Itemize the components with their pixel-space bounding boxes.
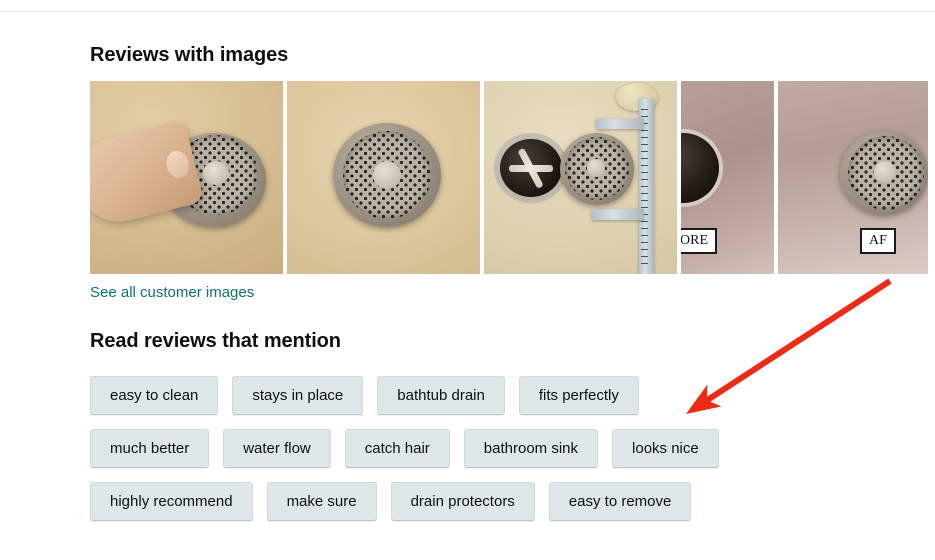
open-drain-hole — [500, 139, 562, 197]
chip-make-sure[interactable]: make sure — [266, 482, 377, 521]
customer-images-strip: ORE AF — [90, 81, 935, 274]
chip-highly-recommend[interactable]: highly recommend — [90, 482, 253, 521]
chip-row-2: much better water flow catch hair bathro… — [90, 429, 900, 468]
chip-looks-nice[interactable]: looks nice — [612, 429, 719, 468]
chip-catch-hair[interactable]: catch hair — [344, 429, 450, 468]
strainer-hub — [587, 159, 605, 177]
see-all-customer-images-link[interactable]: See all customer images — [90, 284, 254, 301]
thumbnail-strainer-with-caliper[interactable] — [484, 81, 677, 274]
strainer-hub — [203, 161, 229, 185]
chip-stays-in-place[interactable]: stays in place — [232, 376, 364, 415]
chip-fits-perfectly[interactable]: fits perfectly — [518, 376, 639, 415]
thumbnail-strainer-in-tub[interactable] — [287, 81, 480, 274]
strainer-hub — [373, 161, 401, 189]
before-label: ORE — [681, 228, 717, 254]
thumbnail-finger-pressing-strainer[interactable] — [90, 81, 283, 274]
chip-drain-protectors[interactable]: drain protectors — [390, 482, 535, 521]
read-reviews-that-mention-title: Read reviews that mention — [90, 330, 341, 352]
after-label: AF — [860, 228, 896, 254]
chip-row-3: highly recommend make sure drain protect… — [90, 482, 900, 521]
chip-water-flow[interactable]: water flow — [223, 429, 331, 468]
thumbnail-before[interactable]: ORE — [681, 81, 774, 274]
review-keyword-chips: easy to clean stays in place bathtub dra… — [90, 376, 900, 535]
chip-easy-to-clean[interactable]: easy to clean — [90, 376, 219, 415]
thumbnail-after[interactable]: AF — [778, 81, 928, 274]
reviews-with-images-title: Reviews with images — [90, 44, 289, 66]
chip-bathtub-drain[interactable]: bathtub drain — [377, 376, 505, 415]
chip-row-1: easy to clean stays in place bathtub dra… — [90, 376, 900, 415]
top-divider — [0, 11, 935, 12]
caliper-lower-jaw — [592, 209, 644, 220]
chip-bathroom-sink[interactable]: bathroom sink — [463, 429, 599, 468]
caliper-upper-jaw — [596, 119, 644, 129]
caliper-ticks — [641, 109, 648, 267]
fingernail — [163, 148, 192, 181]
strainer-hub — [874, 161, 896, 183]
chip-much-better[interactable]: much better — [90, 429, 210, 468]
chip-easy-to-remove[interactable]: easy to remove — [548, 482, 692, 521]
